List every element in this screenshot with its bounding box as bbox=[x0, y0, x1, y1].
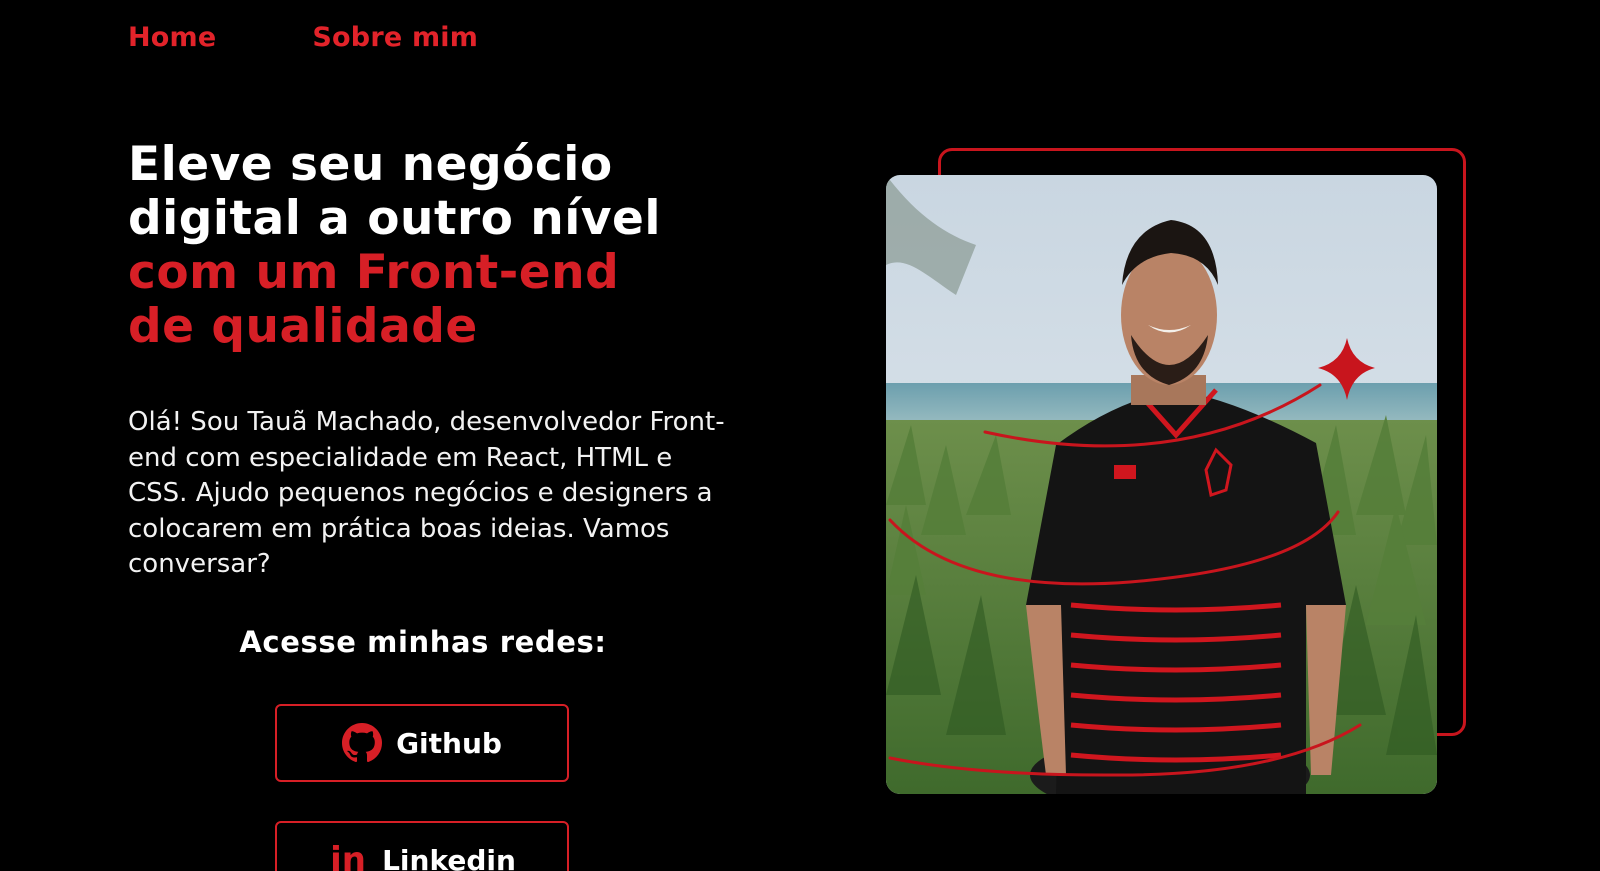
github-label: Github bbox=[396, 726, 502, 760]
bio-paragraph: Olá! Sou Tauã Machado, desenvolvedor Fro… bbox=[128, 407, 725, 579]
linkedin-label: Linkedin bbox=[382, 843, 516, 871]
headline-line-3: com um Front-end bbox=[128, 245, 620, 300]
headline-line-4: de qualidade bbox=[128, 299, 478, 354]
linkedin-icon: in bbox=[328, 840, 368, 871]
nav-home-link[interactable]: Home bbox=[128, 22, 216, 53]
hero-headline: Eleve seu negócio digital a outro nível … bbox=[128, 138, 748, 354]
top-nav: Home Sobre mim bbox=[128, 22, 478, 53]
github-icon bbox=[342, 723, 383, 763]
github-button[interactable]: Github bbox=[275, 704, 569, 782]
nav-about-link[interactable]: Sobre mim bbox=[312, 22, 478, 53]
page: Home Sobre mim Eleve seu negócio digital… bbox=[0, 0, 1600, 871]
linkedin-icon-text: in bbox=[330, 840, 367, 871]
headline-line-1: Eleve seu negócio bbox=[128, 137, 613, 192]
networks-title: Acesse minhas redes: bbox=[239, 625, 607, 659]
profile-photo bbox=[886, 175, 1437, 794]
headline-line-2: digital a outro nível bbox=[128, 191, 661, 246]
linkedin-button[interactable]: in Linkedin bbox=[275, 821, 569, 871]
